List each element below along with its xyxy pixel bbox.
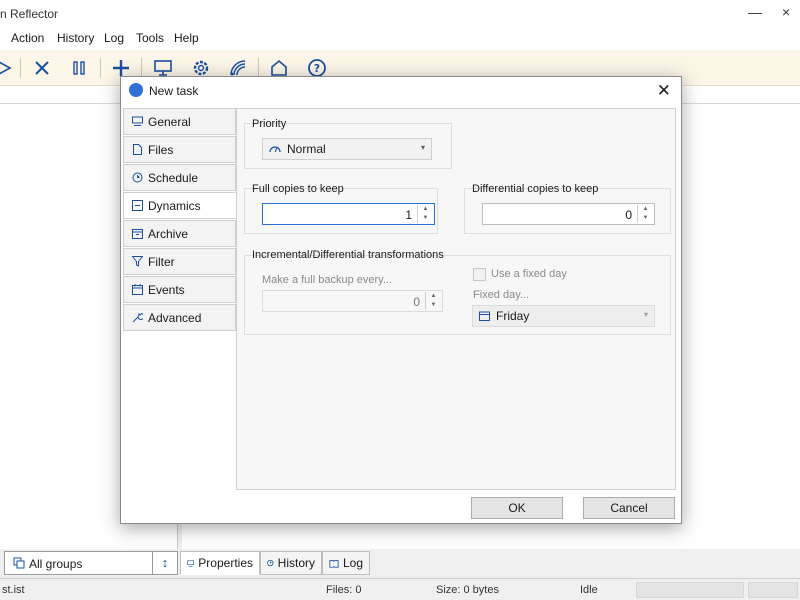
full-copies-label: Full copies to keep <box>252 183 344 195</box>
menu-log[interactable]: Log <box>104 31 124 45</box>
sort-button[interactable]: ↕ <box>152 551 178 575</box>
status-files: Files: 0 <box>326 584 362 596</box>
file-icon <box>133 144 142 155</box>
priority-label: Priority <box>252 118 287 130</box>
status-state: Idle <box>580 584 598 596</box>
nav-schedule-label: Schedule <box>148 170 199 185</box>
gauge-icon <box>269 146 281 153</box>
calendar-icon <box>479 311 490 321</box>
status-extra-slot <box>748 582 798 598</box>
menu-help[interactable]: Help <box>174 31 199 45</box>
menu-action[interactable]: Action <box>11 31 44 45</box>
diff-copies-label: Differential copies to keep <box>472 183 599 195</box>
nav-dynamics-label: Dynamics <box>148 198 201 213</box>
nav-filter[interactable]: Filter <box>123 248 236 275</box>
nav-general[interactable]: General <box>123 108 236 135</box>
make-full-label: Make a full backup every... <box>262 274 393 286</box>
chevron-down-icon: ▾ <box>420 143 425 152</box>
tab-properties-label: Properties <box>198 556 253 570</box>
toolbar-separator <box>20 58 21 78</box>
dialog-close-button[interactable]: ✕ <box>657 81 671 101</box>
full-copies-value: 1 <box>405 208 412 222</box>
log-icon <box>329 559 339 568</box>
full-copies-spinner[interactable]: 1 ▲ ▼ <box>262 203 435 225</box>
pause-icon[interactable] <box>66 55 92 81</box>
status-list: st.ist <box>2 584 25 596</box>
dialog-title: New task <box>149 84 199 98</box>
nav-events[interactable]: Events <box>123 276 236 303</box>
play-icon[interactable] <box>0 55 18 81</box>
app-title: n Reflector <box>0 7 59 21</box>
svg-text:?: ? <box>314 62 320 75</box>
new-task-dialog: New task ✕ General Files Schedule Dynami… <box>120 76 682 524</box>
dynamics-icon <box>132 200 143 211</box>
make-full-spinner[interactable]: 0 ▲ ▼ <box>262 290 443 312</box>
diff-copies-spinner[interactable]: 0 ▲ ▼ <box>482 203 655 225</box>
priority-value: Normal <box>287 142 326 156</box>
fixed-day-value: Friday <box>496 309 530 323</box>
groups-label: All groups <box>29 557 83 571</box>
nav-schedule[interactable]: Schedule <box>123 164 236 191</box>
task-settings-nav: General Files Schedule Dynamics Archive … <box>123 108 236 332</box>
archive-icon <box>132 229 143 239</box>
toolbar-separator <box>141 58 142 78</box>
menu-history[interactable]: History <box>57 31 94 45</box>
minimize-button[interactable]: — <box>748 4 762 20</box>
nav-advanced-label: Advanced <box>148 310 202 325</box>
menu-bar: Action History Log Tools Help <box>0 28 800 50</box>
nav-files[interactable]: Files <box>123 136 236 163</box>
cancel-button[interactable]: Cancel <box>583 497 675 519</box>
status-progress-slot <box>636 582 744 598</box>
dynamics-panel: Priority Normal ▾ Full copies to keep 1 … <box>236 108 676 490</box>
groups-icon <box>13 557 25 569</box>
spinner-arrows[interactable]: ▲ ▼ <box>417 205 433 223</box>
cancel-icon[interactable] <box>29 55 55 81</box>
filter-icon <box>132 256 143 267</box>
close-window-button[interactable]: × <box>782 4 790 20</box>
make-full-value: 0 <box>413 295 420 309</box>
monitor-icon <box>187 559 194 567</box>
nav-filter-label: Filter <box>148 254 175 269</box>
events-calendar-icon <box>132 284 143 295</box>
status-bar: st.ist Files: 0 Size: 0 bytes Idle <box>0 578 800 600</box>
fixed-day-checkbox[interactable] <box>473 268 486 281</box>
nav-archive-label: Archive <box>148 226 189 241</box>
nav-advanced[interactable]: Advanced <box>123 304 236 331</box>
chevron-down-icon: ▾ <box>643 310 648 319</box>
schedule-icon <box>132 172 143 183</box>
wrench-icon <box>132 312 143 323</box>
diff-copies-value: 0 <box>625 208 632 222</box>
dialog-title-bar: New task ✕ <box>121 77 681 105</box>
spinner-arrows[interactable]: ▲ ▼ <box>425 292 441 310</box>
app-icon <box>129 83 143 97</box>
nav-archive[interactable]: Archive <box>123 220 236 247</box>
main-title-bar: n Reflector — × <box>0 0 800 28</box>
tab-properties[interactable]: Properties <box>180 551 260 575</box>
monitor-icon <box>132 116 143 126</box>
fixed-day-select[interactable]: Friday ▾ <box>472 305 655 327</box>
nav-dynamics[interactable]: Dynamics <box>123 192 236 219</box>
menu-tools[interactable]: Tools <box>136 31 164 45</box>
transform-label: Incremental/Differential transformations <box>252 249 444 261</box>
toolbar-separator <box>100 58 101 78</box>
tab-history[interactable]: History <box>260 551 322 575</box>
toolbar-separator <box>258 58 259 78</box>
status-size: Size: 0 bytes <box>436 584 499 596</box>
tab-history-label: History <box>277 556 315 570</box>
tab-log-label: Log <box>342 556 363 570</box>
fixed-day-label: Fixed day... <box>473 289 530 301</box>
nav-events-label: Events <box>148 282 185 297</box>
nav-files-label: Files <box>148 142 174 157</box>
ok-button[interactable]: OK <box>471 497 563 519</box>
priority-select[interactable]: Normal ▾ <box>262 138 432 160</box>
fixed-day-check-label: Use a fixed day <box>491 268 567 280</box>
nav-general-label: General <box>148 114 191 129</box>
tab-log[interactable]: Log <box>322 551 370 575</box>
spinner-arrows[interactable]: ▲ ▼ <box>637 205 653 223</box>
history-icon <box>267 559 274 567</box>
